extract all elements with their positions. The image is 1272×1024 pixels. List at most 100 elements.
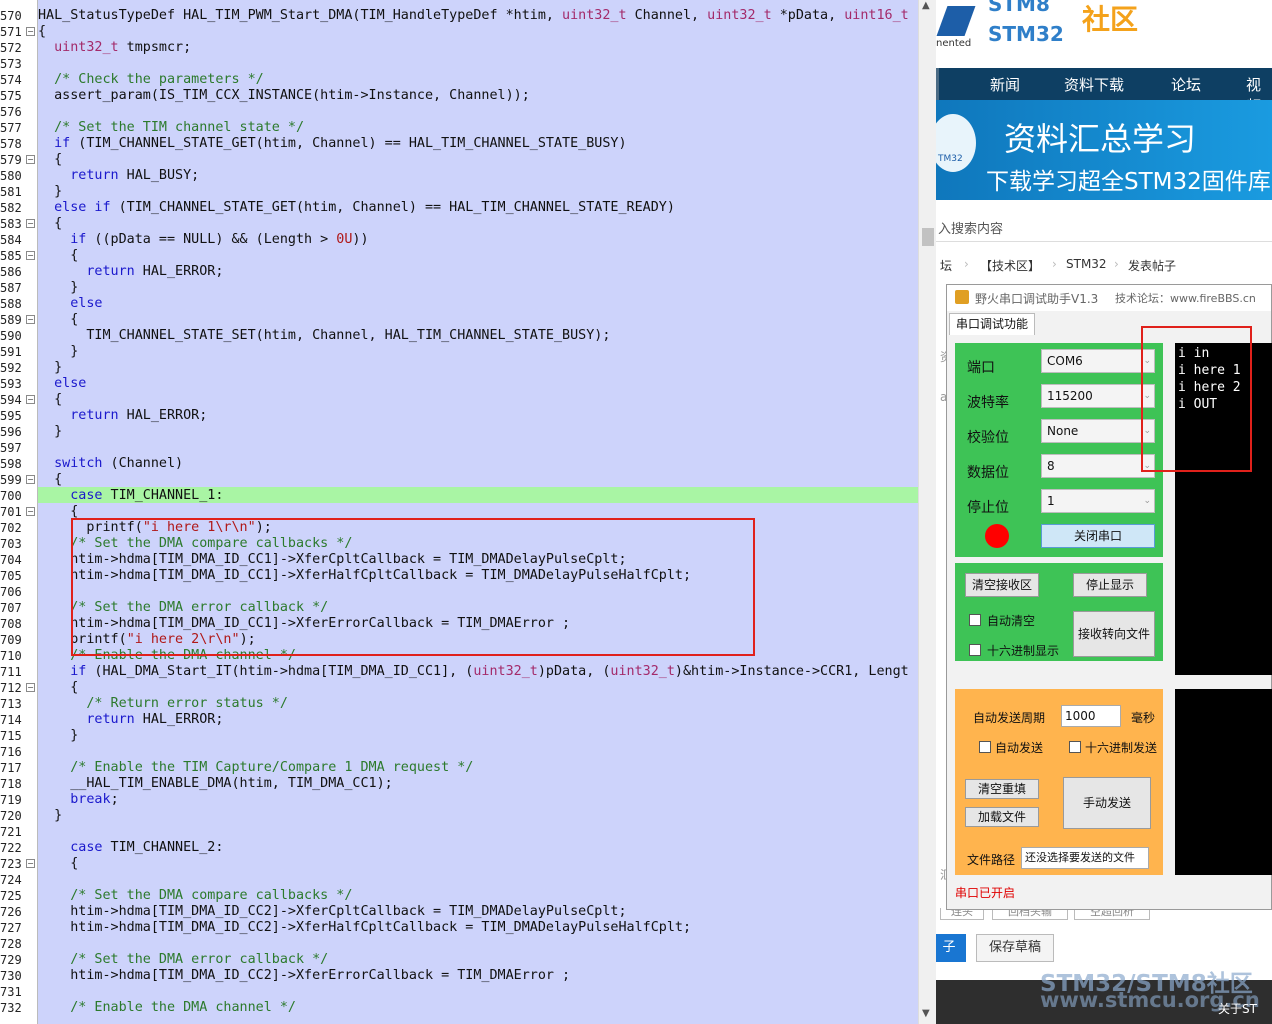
auto-clear-checkbox[interactable]: [969, 614, 981, 626]
line-number: 701: [0, 505, 22, 519]
databits-select[interactable]: 8 ⌄: [1041, 454, 1155, 478]
line-number: 726: [0, 905, 22, 919]
footer-about-link[interactable]: 关于ST: [1218, 1000, 1257, 1017]
site-banner[interactable]: TM32 资料汇总学习 下载学习超全STM32固件库: [936, 100, 1272, 200]
code-token: HAL_ERROR;: [118, 408, 208, 423]
code-line: /* Check the parameters */: [38, 72, 264, 88]
breadcrumb-tech[interactable]: 【技术区】: [980, 257, 1040, 274]
line-number: 722: [0, 841, 22, 855]
code-line: }: [38, 184, 62, 200]
save-draft-button[interactable]: 保存草稿: [976, 934, 1054, 962]
code-token: {: [38, 216, 63, 231]
nav-news[interactable]: 新闻: [990, 74, 1020, 95]
breadcrumb-stm32[interactable]: STM32: [1066, 257, 1107, 271]
fold-toggle-icon[interactable]: −: [26, 475, 35, 484]
line-number: 730: [0, 969, 22, 983]
code-token: }: [38, 360, 63, 375]
code-line: return HAL_BUSY;: [38, 168, 199, 184]
hex-send-checkbox[interactable]: [1069, 741, 1081, 753]
scroll-down-arrow-icon[interactable]: ▼: [922, 1008, 930, 1019]
editor-scrollbar[interactable]: ▲ ▼: [918, 0, 936, 1024]
code-line: {: [38, 24, 46, 40]
code-line: /* Enable the DMA channel */: [38, 1000, 296, 1016]
receive-to-file-button[interactable]: 接收转向文件: [1073, 611, 1155, 657]
code-token: }: [38, 808, 63, 823]
load-file-button[interactable]: 加载文件: [965, 807, 1039, 827]
logo-stm32: STM32: [988, 22, 1064, 46]
fold-toggle-icon[interactable]: −: [26, 251, 35, 260]
fold-toggle-icon[interactable]: −: [26, 315, 35, 324]
code-token: uint32_t: [562, 8, 627, 23]
hidden-button-row: 连头 回档头输 空超回析: [936, 908, 1272, 924]
search-bar[interactable]: 入搜索内容: [936, 212, 1272, 242]
code-token: }: [38, 344, 79, 359]
submit-post-button[interactable]: 子: [936, 934, 966, 962]
stopbits-value: 1: [1047, 494, 1055, 508]
nav-forum[interactable]: 论坛: [1171, 74, 1201, 95]
code-token: return: [86, 712, 135, 727]
line-number: 703: [0, 537, 22, 551]
code-token: tmpsmcr;: [118, 40, 192, 55]
clear-refill-button[interactable]: 清空重填: [965, 779, 1039, 799]
breadcrumb-forum[interactable]: 坛: [940, 257, 952, 274]
fold-toggle-icon[interactable]: −: [26, 219, 35, 228]
clear-receive-button[interactable]: 清空接收区: [965, 573, 1039, 597]
code-line: {: [38, 392, 62, 408]
port-settings-panel: 端口 COM6 ⌄ 波特率 115200 ⌄ 校验位 None ⌄ 数据位 8 ⌄ 停止…: [955, 343, 1163, 557]
auto-send-checkbox[interactable]: [979, 741, 991, 753]
manual-send-button[interactable]: 手动发送: [1063, 777, 1151, 829]
code-token: (Channel): [102, 456, 184, 471]
line-number: 727: [0, 921, 22, 935]
code-line: {: [38, 216, 62, 232]
send-terminal[interactable]: [1175, 689, 1272, 875]
line-number: 596: [0, 425, 22, 439]
nav-downloads[interactable]: 资料下载: [1064, 74, 1124, 95]
tab-serial-debug[interactable]: 串口调试功能: [949, 313, 1035, 335]
breadcrumb-separator-icon: ›: [964, 257, 969, 271]
fold-toggle-icon[interactable]: −: [26, 859, 35, 868]
code-token: else: [54, 376, 87, 391]
code-token: if: [54, 136, 71, 151]
scrollbar-thumb[interactable]: [922, 228, 934, 246]
fold-toggle-icon[interactable]: −: [26, 395, 35, 404]
code-editor[interactable]: 570 571 572 573 574 575 576 577 578 579 580 581 582 5…: [0, 0, 918, 1024]
line-number: 704: [0, 553, 22, 567]
line-number: 721: [0, 825, 22, 839]
code-line: uint32_t tmpsmcr;: [38, 40, 191, 56]
line-number: 729: [0, 953, 22, 967]
baud-select[interactable]: 115200 ⌄: [1041, 384, 1155, 408]
stop-display-button[interactable]: 停止显示: [1073, 573, 1147, 597]
fold-toggle-icon[interactable]: −: [26, 27, 35, 36]
scroll-up-arrow-icon[interactable]: ▲: [922, 0, 930, 11]
line-number: 593: [0, 377, 22, 391]
code-line: /* Set the DMA error callback */: [38, 952, 328, 968]
parity-select[interactable]: None ⌄: [1041, 419, 1155, 443]
annotation-box-output: [1141, 326, 1252, 472]
code-token: /* Set the TIM channel state */: [54, 120, 305, 135]
hex-display-checkbox[interactable]: [969, 644, 981, 656]
line-number: 714: [0, 713, 22, 727]
logo-community: 社区: [1082, 3, 1139, 36]
auto-period-input[interactable]: 1000: [1061, 705, 1121, 727]
receive-settings-panel: 清空接收区 停止显示 自动清空 十六进制显示 接收转向文件: [955, 563, 1163, 661]
stopbits-select[interactable]: 1 ⌄: [1041, 489, 1155, 513]
fold-toggle-icon[interactable]: −: [26, 683, 35, 692]
code-line: /* Set the DMA compare callbacks */: [38, 888, 352, 904]
line-number: 719: [0, 793, 22, 807]
fold-toggle-icon[interactable]: −: [26, 155, 35, 164]
code-token: (TIM_CHANNEL_STATE_GET(htim, Channel) ==…: [110, 200, 675, 215]
code-line: return HAL_ERROR;: [38, 712, 223, 728]
file-path-input[interactable]: 还没选择要发送的文件: [1021, 847, 1149, 869]
fold-toggle-icon[interactable]: −: [26, 507, 35, 516]
port-select[interactable]: COM6 ⌄: [1041, 349, 1155, 373]
code-token: htim->hdma[TIM_DMA_ID_CC2]->XferErrorCal…: [38, 968, 571, 983]
close-port-button[interactable]: 关闭串口: [1041, 524, 1155, 548]
